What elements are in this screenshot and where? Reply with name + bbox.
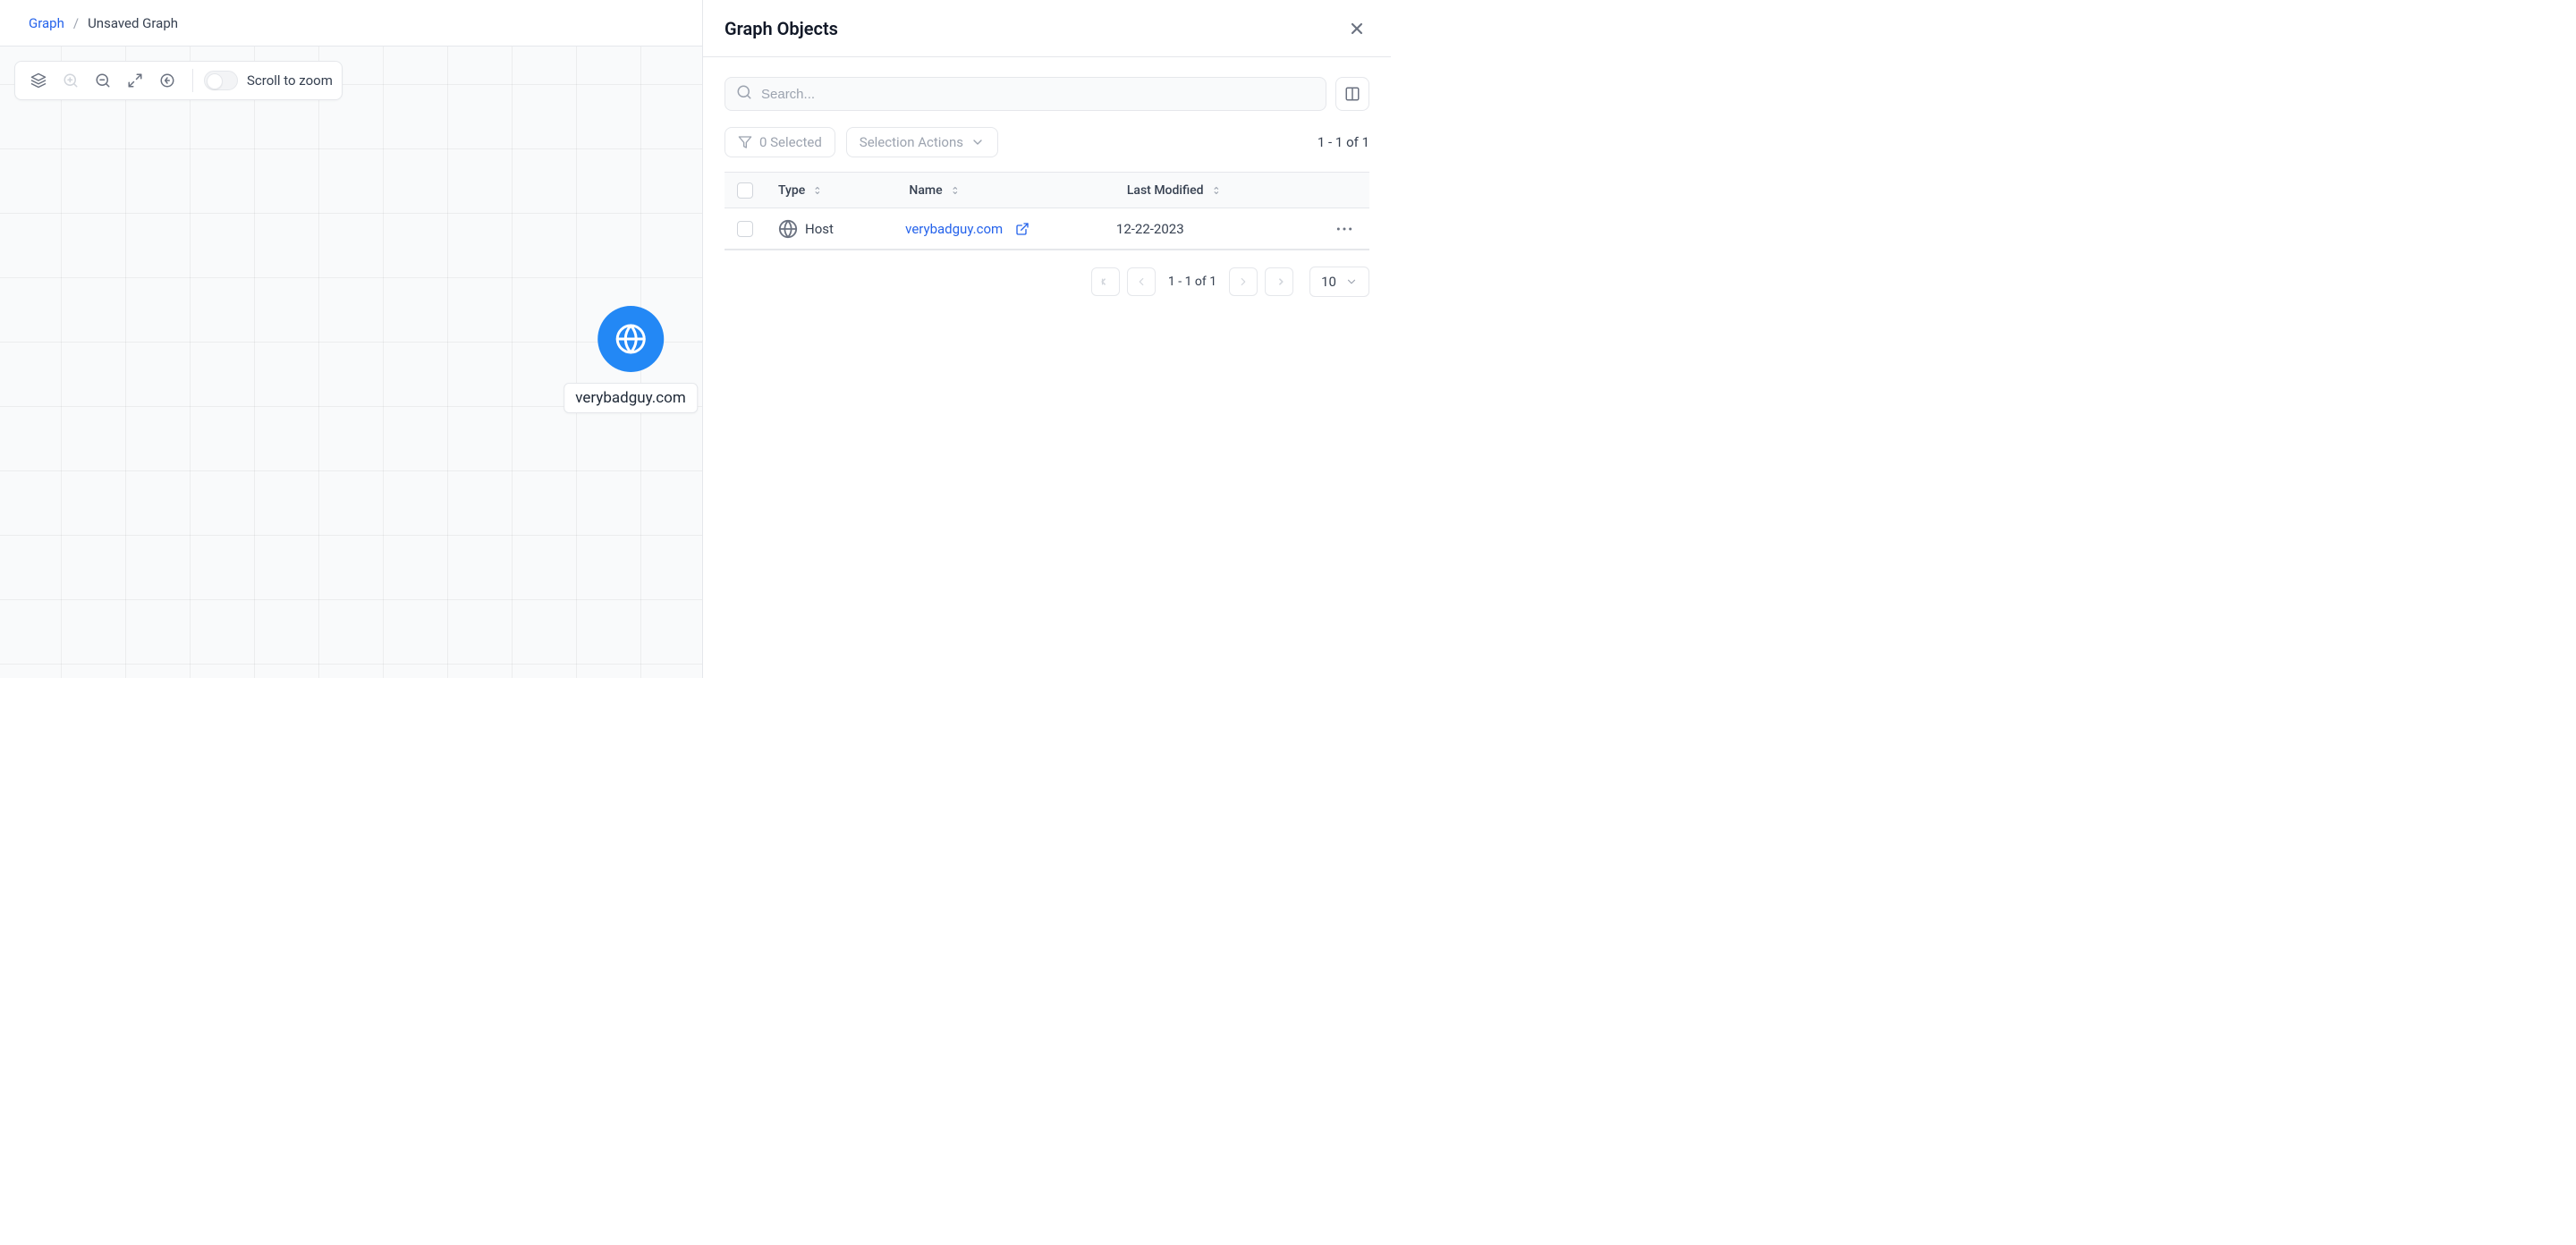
panel-title: Graph Objects — [724, 18, 838, 39]
filter-left: 0 Selected Selection Actions — [724, 127, 998, 157]
header-checkbox-cell — [724, 182, 766, 199]
fit-screen-icon[interactable] — [121, 66, 149, 95]
page-size-value: 10 — [1321, 274, 1336, 290]
selected-count-label: 0 Selected — [759, 134, 822, 150]
next-page-icon[interactable] — [1229, 267, 1258, 296]
pagination-range: 1 - 1 of 1 — [1163, 275, 1222, 289]
header-type-label: Type — [778, 183, 805, 198]
panel-header: Graph Objects — [703, 0, 1391, 57]
breadcrumb-current: Unsaved Graph — [88, 15, 178, 31]
row-name-link[interactable]: verybadguy.com — [905, 221, 1003, 237]
filter-icon — [738, 135, 752, 149]
selection-actions-chip[interactable]: Selection Actions — [846, 127, 998, 157]
external-link-icon[interactable] — [1015, 222, 1030, 236]
close-icon[interactable] — [1344, 16, 1369, 41]
chevron-down-icon — [1345, 275, 1358, 288]
panel-body: 0 Selected Selection Actions 1 - 1 of 1 … — [703, 57, 1391, 317]
header-name-label: Name — [909, 183, 942, 198]
globe-icon — [778, 219, 798, 239]
selection-actions-label: Selection Actions — [860, 134, 963, 150]
header-last-modified-label: Last Modified — [1127, 183, 1204, 198]
row-name-cell: verybadguy.com — [893, 221, 1104, 237]
breadcrumb-separator: / — [73, 15, 79, 31]
table-header: Type Name Last Modified — [724, 173, 1369, 208]
scroll-zoom-toggle[interactable] — [204, 71, 238, 90]
row-checkbox-cell — [724, 221, 766, 237]
graph-canvas[interactable]: Scroll to zoom verybadguy.com — [0, 47, 702, 678]
search-input[interactable] — [761, 87, 1315, 102]
header-type[interactable]: Type — [766, 183, 896, 198]
header-name[interactable]: Name — [896, 183, 1114, 198]
result-count: 1 - 1 of 1 — [1318, 134, 1369, 150]
objects-table: Type Name Last Modified — [724, 172, 1369, 250]
graph-objects-panel: Graph Objects — [702, 0, 1391, 678]
toolbar-separator — [192, 69, 193, 92]
search-box — [724, 77, 1326, 111]
zoom-in-icon[interactable] — [56, 66, 85, 95]
breadcrumb: Graph / Unsaved Graph — [29, 15, 178, 31]
row-date-cell: 12-22-2023 — [1104, 221, 1323, 237]
globe-icon — [597, 306, 664, 372]
layers-icon[interactable] — [24, 66, 53, 95]
reset-icon[interactable] — [153, 66, 182, 95]
last-page-icon[interactable] — [1265, 267, 1293, 296]
first-page-icon[interactable] — [1091, 267, 1120, 296]
page-size-select[interactable]: 10 — [1309, 267, 1369, 297]
select-all-checkbox[interactable] — [737, 182, 753, 199]
prev-page-icon[interactable] — [1127, 267, 1156, 296]
sort-icon — [1211, 184, 1224, 197]
search-row — [724, 77, 1369, 111]
search-icon — [736, 84, 752, 104]
header-last-modified[interactable]: Last Modified — [1114, 183, 1341, 198]
zoom-out-icon[interactable] — [89, 66, 117, 95]
chevron-down-icon — [970, 135, 985, 149]
breadcrumb-root-link[interactable]: Graph — [29, 15, 64, 31]
more-icon[interactable] — [1335, 224, 1353, 234]
main-split: Scroll to zoom verybadguy.com Graph Obje… — [0, 47, 1391, 678]
row-checkbox[interactable] — [737, 221, 753, 237]
row-type-text: Host — [805, 221, 834, 237]
sort-icon — [812, 184, 825, 197]
table-row[interactable]: Host verybadguy.com 12-22-2023 — [724, 208, 1369, 250]
row-actions-cell — [1323, 224, 1369, 234]
row-type-cell: Host — [766, 219, 893, 239]
filter-row: 0 Selected Selection Actions 1 - 1 of 1 — [724, 127, 1369, 157]
scroll-zoom-toggle-wrap: Scroll to zoom — [204, 71, 333, 90]
pagination: 1 - 1 of 1 10 — [724, 267, 1369, 297]
panel-layout-icon[interactable] — [1335, 77, 1369, 111]
sort-icon — [950, 184, 962, 197]
scroll-zoom-label: Scroll to zoom — [247, 72, 333, 89]
selected-filter-chip[interactable]: 0 Selected — [724, 127, 835, 157]
node-label: verybadguy.com — [564, 383, 698, 413]
canvas-toolbar: Scroll to zoom — [14, 61, 343, 100]
row-date-text: 12-22-2023 — [1116, 221, 1184, 237]
graph-node[interactable]: verybadguy.com — [564, 306, 698, 413]
